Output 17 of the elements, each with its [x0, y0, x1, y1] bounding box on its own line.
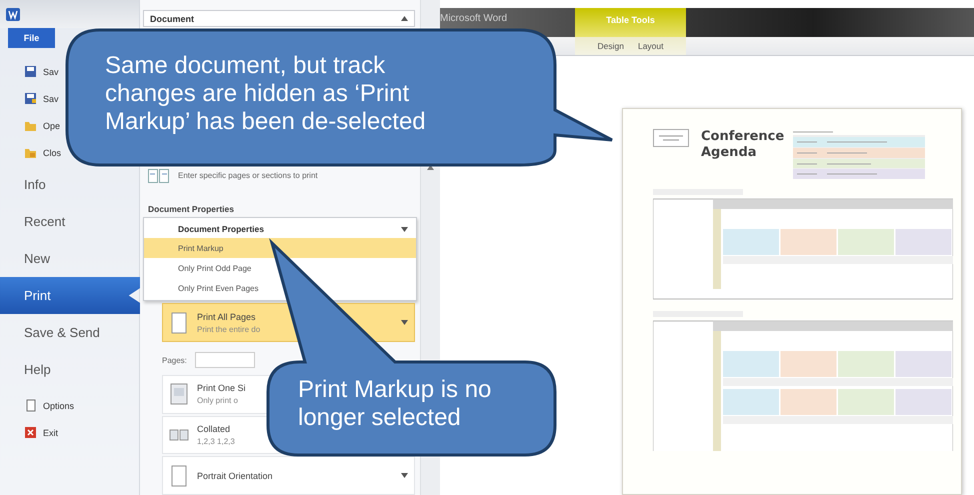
- menu-heading: Document Properties: [178, 224, 264, 234]
- document-title: Conference Agenda: [701, 129, 781, 162]
- setting-title: Print All Pages: [197, 312, 256, 322]
- callout-tooltip-text: Print Markup is no longer selected: [298, 376, 492, 432]
- window-title: Microsoft Word: [440, 12, 508, 24]
- setting-title: Print One Si: [197, 383, 246, 394]
- setting-title: Portrait Orientation: [197, 470, 273, 481]
- contextual-tab-label: Table Tools: [575, 8, 686, 37]
- callout-tooltip-text: Same document, but track changes are hidden as ‘Print Markup’ has been de-selected: [105, 52, 427, 136]
- option-description: Enter specific pages or sections to print: [178, 171, 318, 180]
- setting-description: Print the entire do: [197, 324, 260, 334]
- setting-description: Only print o: [197, 396, 238, 406]
- dropdown-value: Document: [150, 14, 194, 24]
- section-heading: Document Properties: [148, 204, 235, 214]
- setting-description: 1,2,3 1,2,3: [197, 437, 235, 446]
- setting-title: Collated: [197, 424, 230, 434]
- field-label: Pages:: [162, 356, 187, 365]
